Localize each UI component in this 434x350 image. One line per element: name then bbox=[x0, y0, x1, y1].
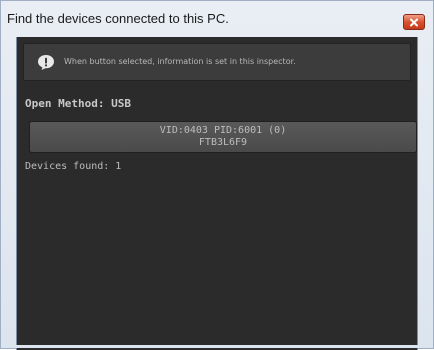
inspector-panel: When button selected, information is set… bbox=[16, 37, 418, 350]
window-bottom-border bbox=[1, 345, 433, 348]
help-box: When button selected, information is set… bbox=[23, 43, 411, 81]
devices-found-label: Devices found: 1 bbox=[25, 161, 122, 172]
window-title: Find the devices connected to this PC. bbox=[7, 11, 229, 26]
title-bar[interactable]: Find the devices connected to this PC. bbox=[1, 1, 433, 37]
device-id-line: VID:0403 PID:6001 (0) bbox=[159, 125, 287, 136]
open-method-label: Open Method: USB bbox=[25, 97, 131, 110]
close-icon bbox=[410, 18, 418, 26]
help-message: When button selected, information is set… bbox=[64, 57, 296, 66]
exclamation-icon bbox=[38, 55, 54, 70]
dialog-window: Find the devices connected to this PC. W… bbox=[0, 0, 434, 350]
device-button[interactable]: VID:0403 PID:6001 (0) FTB3L6F9 bbox=[29, 121, 417, 153]
device-serial-line: FTB3L6F9 bbox=[198, 137, 248, 148]
close-button[interactable] bbox=[403, 14, 425, 30]
